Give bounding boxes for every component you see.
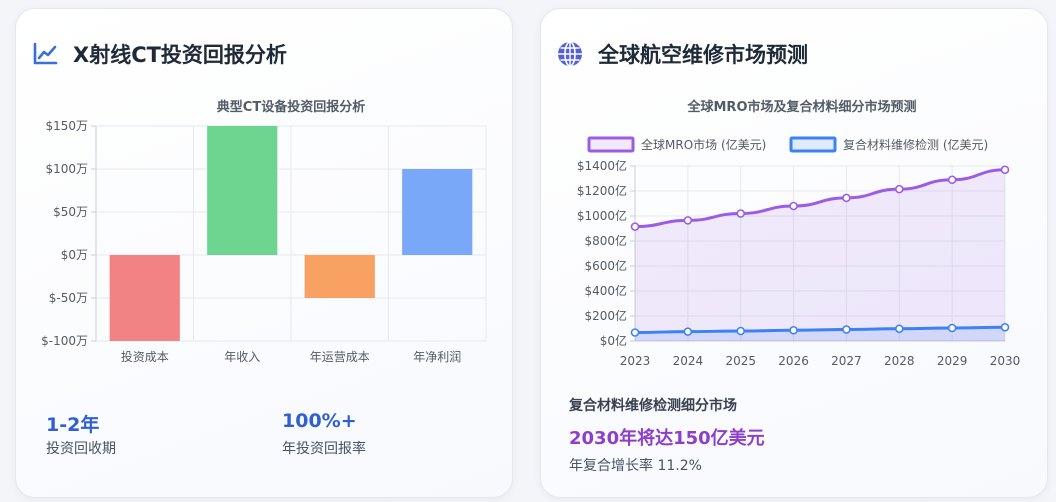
series-1-point — [894, 184, 904, 194]
series-1-point — [947, 175, 957, 185]
series-1-point — [683, 216, 693, 225]
y-tick-label: $400亿 — [584, 283, 627, 298]
bar-1 — [109, 255, 180, 341]
series-1-point — [789, 201, 798, 211]
series-1-point — [1000, 165, 1010, 175]
series-1-point — [842, 193, 851, 203]
line-chart-title: 全球MRO市场及复合材料细分市场预测 — [687, 99, 917, 115]
y-tick-label: $200亿 — [584, 308, 627, 323]
bar-3 — [304, 255, 375, 298]
roi-bar-chart: 典型CT设备投资回报分析 $-100万 $-50万 $0万 $50万 $100万 $150万… — [41, 99, 487, 364]
segment-growth: 年复合增长率 11.2% — [569, 458, 702, 474]
series-2-point — [894, 324, 904, 334]
segment-highlight: 2030年将达150亿美元 — [569, 428, 765, 449]
series-2-point — [736, 326, 746, 336]
x-tick-label: 2028 — [884, 354, 915, 368]
x-tick-label: 投资成本 — [121, 349, 169, 364]
bar-4 — [402, 169, 473, 255]
y-tick-label: $150万 — [45, 119, 88, 133]
legend-label: 复合材料维修检测 (亿美元) — [843, 137, 988, 152]
series-2-point — [1000, 322, 1010, 332]
y-tick-label: $-100万 — [41, 334, 88, 348]
y-tick-label: $0亿 — [600, 333, 627, 348]
y-tick-label: $50万 — [53, 205, 88, 219]
series-1-point — [630, 222, 640, 231]
x-tick-label: 年收入 — [224, 350, 260, 364]
legend-swatch — [587, 136, 635, 153]
y-tick-label: $600亿 — [584, 258, 627, 273]
bar-chart-title: 典型CT设备投资回报分析 — [217, 99, 365, 115]
annual-roi-value: 100%+ — [282, 410, 357, 432]
x-tick-label: 2023 — [620, 354, 651, 368]
series-2-point — [630, 328, 640, 337]
x-tick-label: 2027 — [831, 354, 862, 368]
legend-item-2: 复合材料维修检测 (亿美元) — [789, 136, 988, 153]
y-tick-label: $1400亿 — [577, 158, 627, 173]
legend-label: 全球MRO市场 (亿美元) — [641, 137, 766, 152]
y-tick-label: $1200亿 — [577, 183, 627, 198]
y-tick-label: $800亿 — [584, 233, 627, 248]
y-tick-label: $1000亿 — [577, 208, 627, 223]
x-tick-label: 年运营成本 — [310, 350, 370, 364]
x-tick-label: 2026 — [778, 354, 809, 368]
y-tick-label: $100万 — [45, 162, 88, 176]
x-tick-label: 年净利润 — [413, 350, 461, 364]
legend-swatch — [789, 136, 837, 153]
x-tick-label: 2030 — [990, 354, 1021, 368]
series-2-point — [789, 325, 798, 335]
y-tick-label: $-50万 — [49, 291, 88, 305]
series-2-point — [683, 327, 693, 336]
payback-period-value: 1-2年 — [46, 414, 100, 436]
roi-card: X射线CT投资回报分析 典型CT设备投资回报分析 $-100万 $-50万 $0万 $5… — [15, 8, 513, 498]
mro-card: 全球航空维修市场预测 全球MRO市场及复合材料细分市场预测 全球MRO市场 (亿美… — [540, 8, 1048, 498]
x-tick-label: 2024 — [673, 354, 704, 368]
series-area-1 — [635, 169, 1005, 341]
bar-2 — [207, 126, 278, 255]
annual-roi-label: 年投资回报率 — [282, 441, 366, 457]
payback-period-label: 投资回收期 — [46, 441, 116, 457]
series-2-point — [947, 323, 957, 333]
x-tick-label: 2029 — [937, 354, 968, 368]
mro-line-chart: 全球MRO市场及复合材料细分市场预测全球MRO市场 (亿美元) 复合材料维修检测 … — [577, 99, 1021, 368]
legend-item-1: 全球MRO市场 (亿美元) — [587, 136, 766, 153]
x-tick-label: 2025 — [725, 354, 756, 368]
series-2-point — [842, 325, 851, 334]
series-1-point — [736, 209, 746, 218]
y-tick-label: $0万 — [61, 248, 88, 262]
segment-title: 复合材料维修检测细分市场 — [569, 398, 737, 414]
